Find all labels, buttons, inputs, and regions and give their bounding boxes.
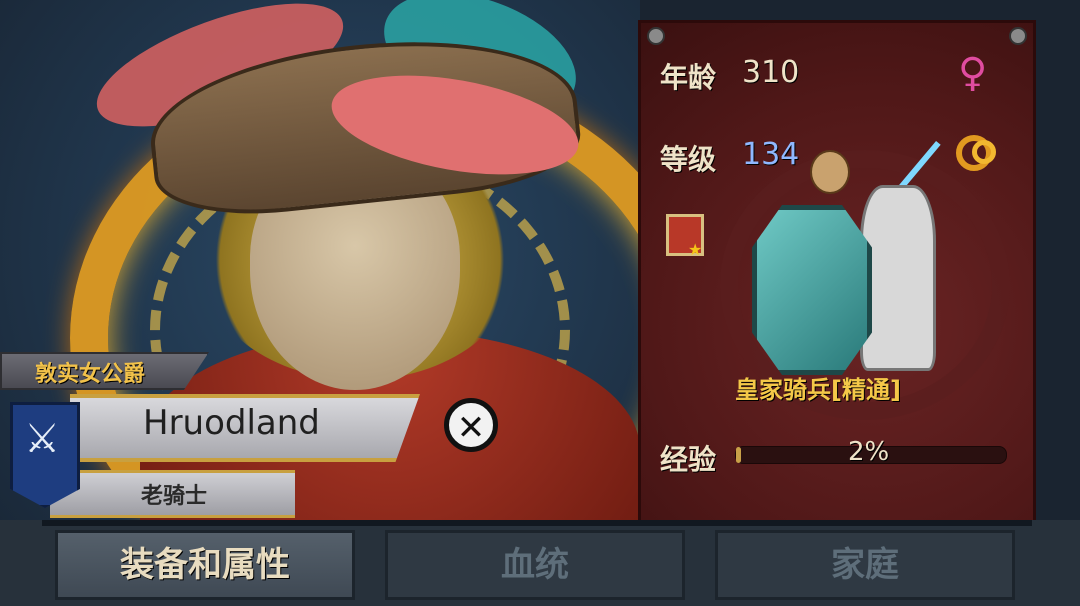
character-rank: 老骑士: [141, 484, 208, 509]
exp-value: 2%: [848, 437, 890, 467]
exp-label: 经验: [660, 443, 717, 476]
unit-shield: [752, 205, 872, 375]
skill-star-icon: ★: [688, 240, 703, 259]
age-label: 年龄: [660, 61, 717, 94]
unit-rider: [810, 150, 850, 194]
panel-pin: [1009, 27, 1027, 45]
close-x-icon: ✕: [456, 408, 486, 448]
level-value: 134: [742, 137, 800, 172]
female-symbol-icon: ♀: [958, 50, 988, 96]
tab-equipment-attributes[interactable]: 装备和属性: [55, 530, 355, 600]
wedding-ring-second: [972, 140, 996, 164]
tab-family[interactable]: 家庭: [715, 530, 1015, 600]
tab-bloodline[interactable]: 血统: [385, 530, 685, 600]
level-label: 等级: [660, 143, 717, 176]
character-title: 敦实女公爵: [35, 362, 146, 387]
panel-pin: [647, 27, 665, 45]
close-button[interactable]: ✕: [444, 398, 498, 452]
tab-bar-border: [42, 520, 1032, 526]
unit-name: 皇家骑兵[精通]: [735, 376, 901, 404]
age-value: 310: [742, 55, 800, 90]
exp-progress-fill: [736, 447, 742, 463]
sword-emblem-glyph: ⚔: [24, 416, 60, 462]
character-name[interactable]: Hruodland: [143, 403, 320, 443]
